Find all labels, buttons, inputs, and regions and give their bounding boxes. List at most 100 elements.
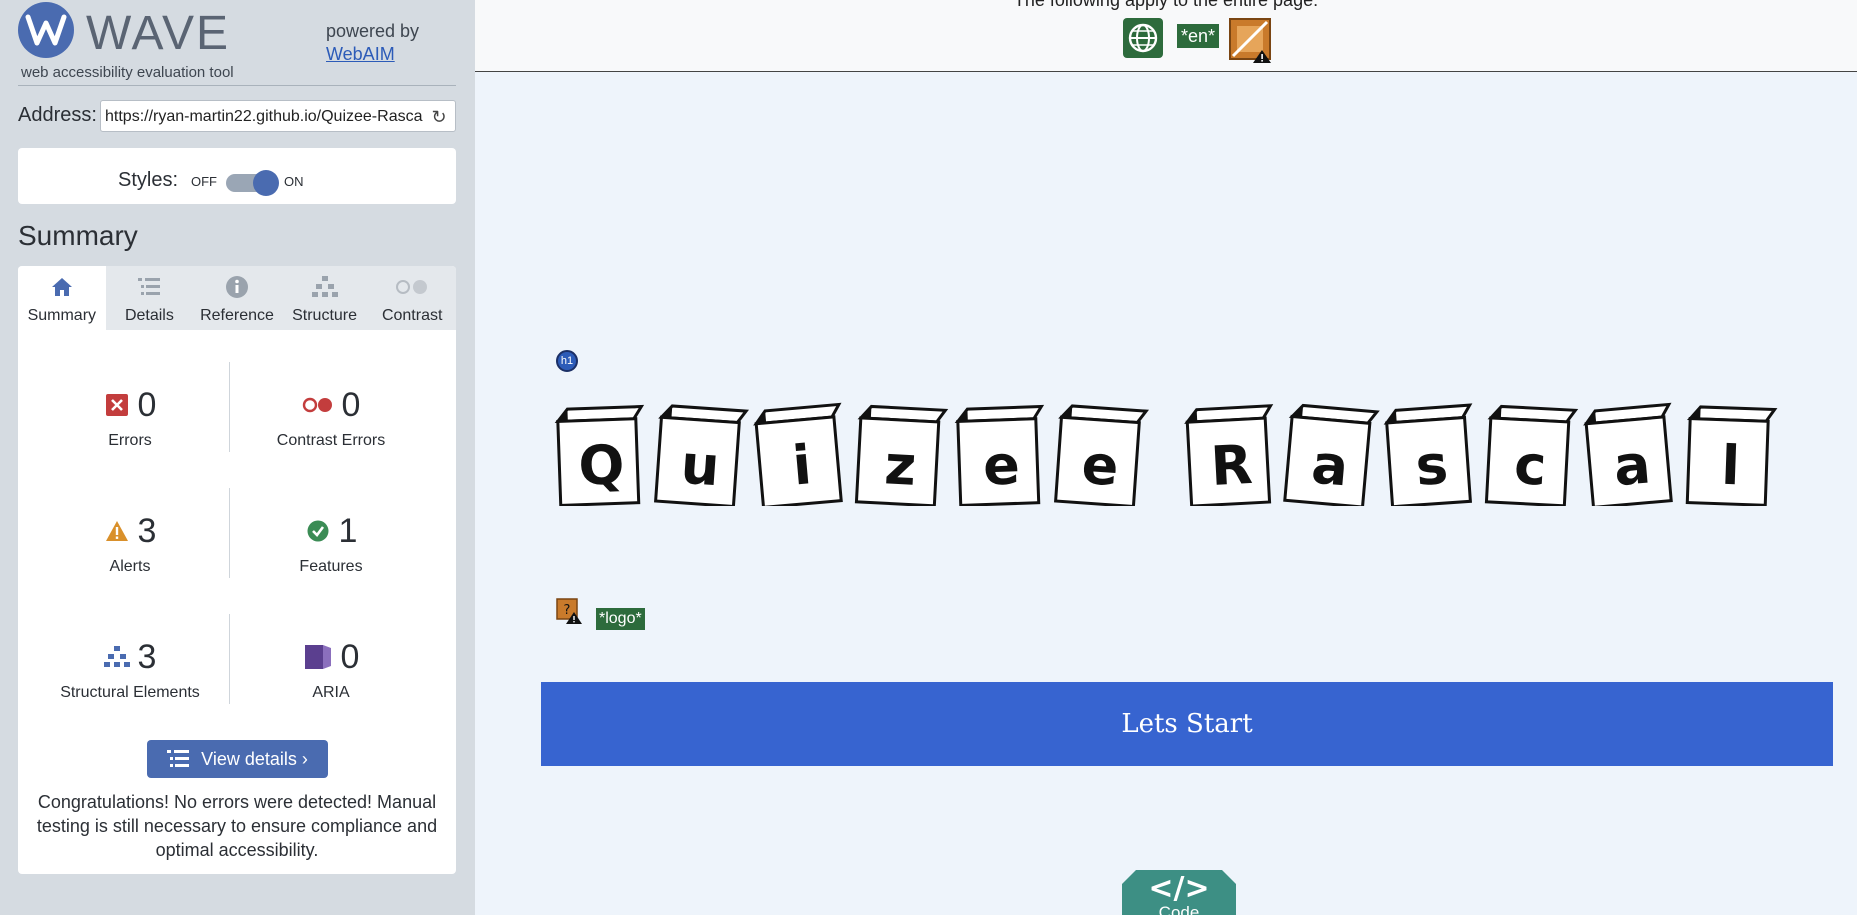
structure-icon bbox=[103, 644, 130, 670]
letter-glyph: R bbox=[1209, 433, 1254, 498]
stat-alerts[interactable]: 3 Alerts bbox=[30, 510, 230, 576]
app-subtitle: web accessibility evaluation tool bbox=[21, 64, 234, 81]
logo-alt-text: *logo* bbox=[596, 608, 645, 630]
styles-label: Styles: bbox=[118, 169, 179, 191]
tab-reference[interactable]: Reference bbox=[193, 266, 281, 330]
powered-by: powered by WebAIM bbox=[326, 20, 419, 66]
letter-block: a bbox=[1583, 402, 1673, 506]
aria-icon bbox=[303, 644, 333, 670]
page-level-icons: *en* bbox=[1123, 18, 1273, 64]
alerts-label: Alerts bbox=[109, 558, 151, 575]
features-label: Features bbox=[299, 558, 363, 575]
tab-contrast-label: Contrast bbox=[381, 307, 443, 324]
tab-reference-label: Reference bbox=[200, 307, 274, 324]
contrast-icon bbox=[368, 274, 456, 300]
structure-icon bbox=[281, 274, 369, 300]
letter-block: z bbox=[854, 404, 949, 506]
letter-block: c bbox=[1484, 404, 1579, 506]
tab-details-label: Details bbox=[124, 307, 174, 324]
view-details-label: View details › bbox=[201, 748, 308, 769]
letter-block: i bbox=[753, 402, 843, 506]
structural-count: 3 bbox=[137, 637, 157, 676]
wave-sidebar: WAVE web accessibility evaluation tool p… bbox=[0, 0, 475, 915]
address-input[interactable] bbox=[105, 105, 423, 129]
address-bar: Address: ↻ bbox=[18, 100, 456, 132]
alert-icon bbox=[104, 518, 130, 544]
styles-toggle[interactable] bbox=[226, 170, 280, 196]
home-icon bbox=[18, 274, 106, 300]
stat-structural-elements[interactable]: 3 Structural Elements bbox=[30, 636, 230, 702]
errors-count: 0 bbox=[137, 385, 157, 424]
heading-h1-icon[interactable]: h1 bbox=[556, 350, 578, 372]
summary-panel: Summary Details Reference Structure Cont… bbox=[18, 266, 456, 874]
stat-aria[interactable]: 0 ARIA bbox=[231, 636, 431, 702]
styles-off-label: OFF bbox=[191, 174, 217, 189]
alerts-count: 3 bbox=[137, 511, 157, 550]
stat-errors[interactable]: 0 Errors bbox=[30, 384, 230, 450]
language-feature-icon[interactable] bbox=[1123, 18, 1163, 58]
letter-glyph: z bbox=[883, 433, 918, 498]
letter-block: e bbox=[954, 404, 1045, 506]
error-icon bbox=[104, 392, 130, 418]
letter-block: a bbox=[1283, 403, 1380, 506]
tab-summary[interactable]: Summary bbox=[18, 266, 106, 330]
contrast-errors-label: Contrast Errors bbox=[276, 432, 386, 449]
svg-text:</>: </> bbox=[1148, 871, 1209, 906]
letter-block: e bbox=[1054, 404, 1150, 506]
letter-block: s bbox=[1383, 403, 1473, 506]
list-icon bbox=[167, 750, 190, 767]
letter-block: R bbox=[1184, 404, 1274, 506]
summary-heading: Summary bbox=[18, 220, 138, 251]
page-level-note: The following apply to the entire page: bbox=[1013, 0, 1319, 10]
summary-message: Congratulations! No errors were detected… bbox=[36, 792, 438, 860]
lets-start-button[interactable]: Lets Start bbox=[541, 682, 1833, 766]
language-label: *en* bbox=[1177, 24, 1220, 48]
toggle-knob bbox=[253, 170, 279, 196]
letter-glyph: a bbox=[1611, 432, 1653, 498]
letter-glyph: l bbox=[1720, 434, 1741, 498]
letter-glyph: u bbox=[679, 433, 722, 499]
quizee-rascal-logo: QuizeeRascal bbox=[554, 402, 1778, 506]
powered-by-text: powered by bbox=[326, 21, 420, 41]
letter-glyph: e bbox=[1080, 433, 1121, 498]
wave-header: WAVE web accessibility evaluation tool p… bbox=[18, 2, 456, 86]
svg-text:?: ? bbox=[564, 603, 571, 618]
refresh-icon[interactable]: ↻ bbox=[429, 107, 449, 127]
features-count: 1 bbox=[338, 511, 358, 550]
feature-icon bbox=[305, 518, 331, 544]
code-toggle-button[interactable]: </> Code bbox=[1122, 868, 1236, 915]
view-details-button[interactable]: View details › bbox=[147, 740, 328, 778]
tab-summary-label: Summary bbox=[27, 307, 97, 324]
address-box: ↻ bbox=[100, 100, 456, 132]
tab-details[interactable]: Details bbox=[106, 266, 194, 330]
panel-tabs: Summary Details Reference Structure Cont… bbox=[18, 266, 456, 330]
stat-features[interactable]: 1 Features bbox=[231, 510, 431, 576]
letter-block: l bbox=[1685, 405, 1778, 506]
tab-structure-label: Structure bbox=[292, 307, 358, 324]
styles-toggle-card: Styles: OFF ON bbox=[18, 148, 456, 204]
suspicious-alt-alert-icon[interactable]: ? bbox=[556, 598, 582, 624]
tab-structure[interactable]: Structure bbox=[281, 266, 369, 330]
tab-contrast[interactable]: Contrast bbox=[368, 266, 456, 330]
aria-label: ARIA bbox=[312, 684, 350, 701]
aria-count: 0 bbox=[340, 637, 360, 676]
code-label: Code bbox=[1159, 903, 1200, 915]
info-icon bbox=[193, 274, 281, 300]
wave-logo-icon bbox=[18, 2, 74, 58]
letter-block: Q bbox=[554, 404, 645, 506]
errors-label: Errors bbox=[108, 432, 152, 449]
list-icon bbox=[106, 274, 194, 300]
structural-label: Structural Elements bbox=[60, 684, 200, 701]
letter-glyph: Q bbox=[577, 433, 625, 498]
app-title: WAVE bbox=[86, 7, 231, 60]
address-label: Address: bbox=[18, 104, 97, 126]
styles-on-label: ON bbox=[284, 174, 304, 189]
letter-glyph: e bbox=[982, 433, 1021, 497]
letter-glyph: c bbox=[1513, 433, 1548, 498]
webaim-link[interactable]: WebAIM bbox=[326, 44, 395, 64]
letter-block: u bbox=[654, 404, 750, 506]
page-level-icons-bar: The following apply to the entire page: … bbox=[475, 0, 1857, 72]
stat-contrast-errors[interactable]: 0 Contrast Errors bbox=[231, 384, 431, 450]
contrast-errors-count: 0 bbox=[341, 385, 361, 424]
noscript-alert-icon[interactable] bbox=[1229, 18, 1273, 64]
